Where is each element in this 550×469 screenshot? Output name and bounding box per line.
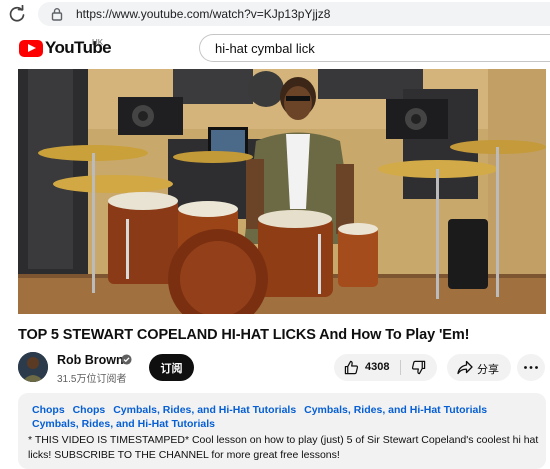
share-button[interactable]: 分享 (447, 354, 511, 381)
hashtag-list: Chops Chops Cymbals, Rides, and Hi-Hat T… (32, 403, 532, 431)
avatar-image (18, 352, 48, 382)
tag-link[interactable]: Chops (32, 404, 65, 416)
youtube-logo-icon (19, 39, 43, 57)
more-actions-button[interactable] (517, 354, 545, 381)
address-bar[interactable]: https://www.youtube.com/watch?v=KJp13pYj… (38, 2, 550, 26)
search-input[interactable]: hi-hat cymbal lick (199, 34, 550, 62)
video-player[interactable] (18, 69, 546, 314)
more-icon (524, 366, 538, 369)
url-text[interactable]: https://www.youtube.com/watch?v=KJp13pYj… (76, 7, 330, 21)
tag-link[interactable]: Cymbals, Rides, and Hi-Hat Tutorials (304, 404, 487, 416)
share-label: 分享 (477, 364, 499, 376)
subscriber-count: 31.5万位订阅者 (57, 374, 127, 385)
tag-link[interactable]: Chops (73, 404, 106, 416)
like-count[interactable]: 4308 (365, 361, 389, 373)
like-dislike-group: 4308 (334, 354, 437, 381)
reload-icon[interactable] (8, 5, 26, 23)
subscribe-button[interactable]: 订阅 (149, 354, 194, 381)
video-title: TOP 5 STEWART COPELAND HI-HAT LICKS And … (18, 327, 470, 343)
region-code: HK (92, 38, 104, 47)
tag-link[interactable]: Cymbals, Rides, and Hi-Hat Tutorials (113, 404, 296, 416)
share-icon (457, 360, 473, 375)
dislike-icon[interactable] (411, 360, 426, 375)
tag-link[interactable]: Cymbals, Rides, and Hi-Hat Tutorials (32, 418, 215, 430)
like-divider (400, 360, 401, 375)
verified-icon (121, 354, 132, 365)
channel-name[interactable]: Rob Brown (57, 353, 124, 367)
description-text: * THIS VIDEO IS TIMESTAMPED* Cool lesson… (28, 434, 539, 461)
video-frame-image (18, 69, 546, 314)
lock-icon[interactable] (50, 7, 64, 21)
youtube-header: YouTube HK hi-hat cymbal lick (0, 28, 550, 68)
search-query[interactable]: hi-hat cymbal lick (215, 41, 315, 56)
browser-toolbar: https://www.youtube.com/watch?v=KJp13pYj… (0, 0, 550, 28)
description-box[interactable]: Chops Chops Cymbals, Rides, and Hi-Hat T… (18, 393, 546, 469)
avatar[interactable] (18, 352, 48, 382)
like-icon[interactable] (344, 360, 359, 375)
